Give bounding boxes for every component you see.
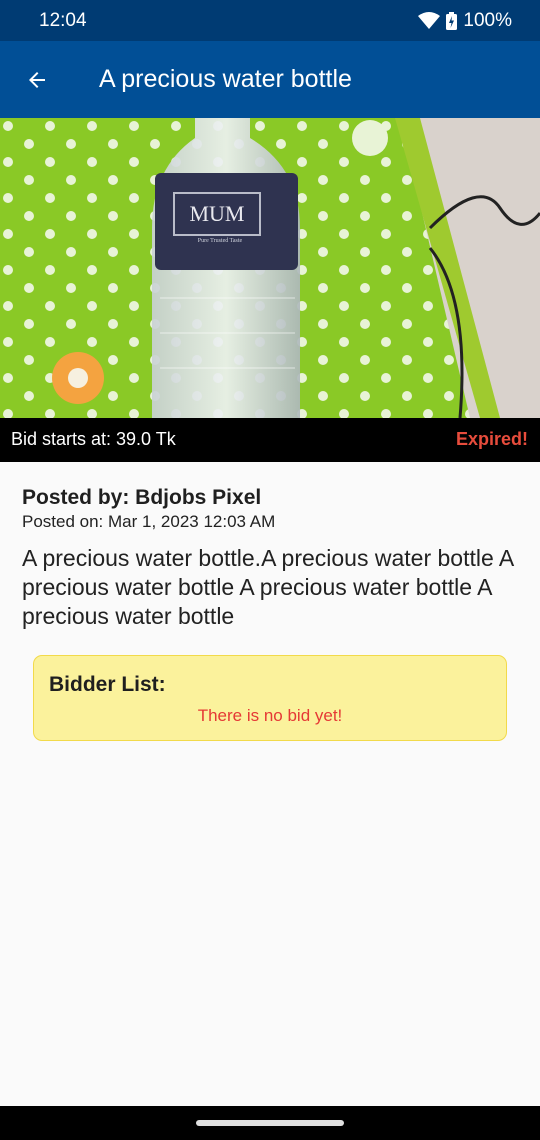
battery-icon: [446, 12, 458, 30]
navigation-bar: [0, 1106, 540, 1140]
label-brand: MUM: [189, 201, 244, 226]
post-description: A precious water bottle.A precious water…: [22, 545, 513, 629]
posted-on: Posted on: Mar 1, 2023 12:03 AM: [22, 512, 276, 531]
product-image: MUM Pure Trusted Taste: [0, 118, 540, 418]
status-bar: 12:04 100%: [0, 0, 540, 41]
label-sub: Pure Trusted Taste: [198, 238, 243, 244]
empty-bid-message: There is no bid yet!: [197, 706, 343, 725]
wifi-icon: [418, 12, 441, 29]
product-photo: MUM Pure Trusted Taste: [0, 118, 540, 418]
posted-by: Posted by: Bdjobs Pixel: [22, 486, 262, 509]
status-badge: Expired!: [455, 429, 528, 449]
app-bar: A precious water bottle: [0, 41, 540, 118]
page-title: A precious water bottle: [99, 65, 352, 93]
back-button[interactable]: [16, 59, 58, 101]
battery-level: 100%: [463, 10, 512, 31]
price-bar: Bid starts at: 39.0 Tk Expired!: [0, 418, 540, 462]
status-time: 12:04: [39, 10, 87, 31]
bid-start-price: Bid starts at: 39.0 Tk: [11, 429, 176, 449]
post-details: Posted by: Bdjobs Pixel Posted on: Mar 1…: [22, 486, 522, 631]
arrow-left-icon: [29, 72, 45, 88]
bidder-list-title: Bidder List:: [49, 673, 166, 696]
bidder-list-card: Bidder List: There is no bid yet!: [33, 655, 507, 741]
status-icons: 100%: [418, 10, 512, 32]
home-gesture-handle[interactable]: [196, 1120, 344, 1126]
